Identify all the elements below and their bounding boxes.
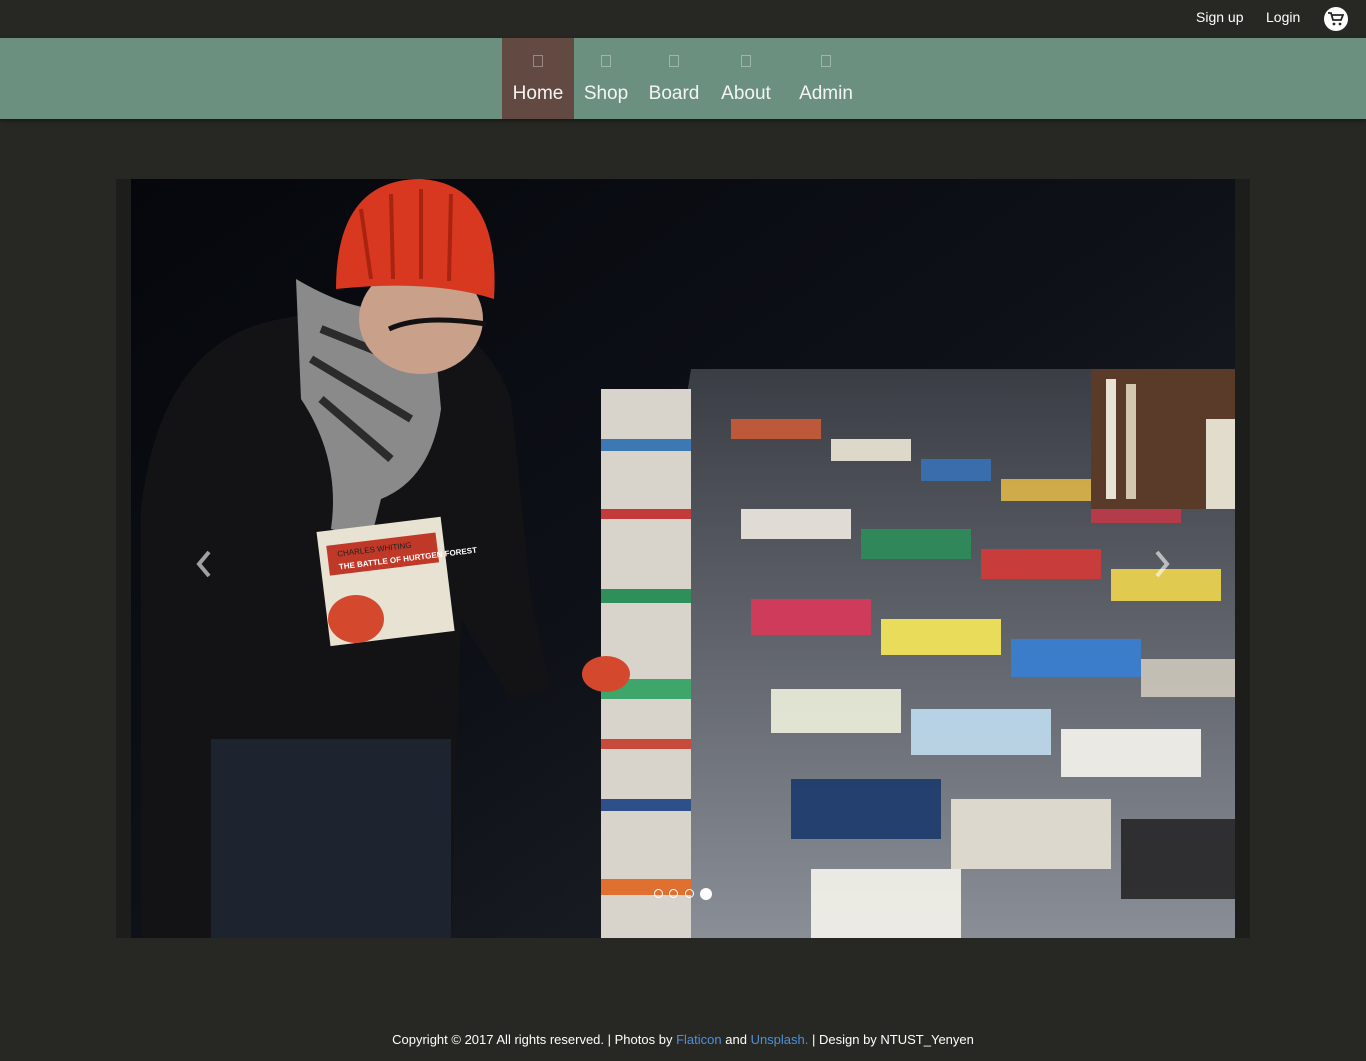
- nav-item-label: Board: [648, 83, 700, 104]
- chevron-left-icon: [196, 550, 211, 578]
- nav-item-home[interactable]: Home: [502, 38, 574, 119]
- image-carousel: CHARLES WHITING THE BATTLE OF HURTGEN FO…: [116, 179, 1250, 938]
- nav-item-shop[interactable]: Shop: [577, 38, 635, 119]
- carousel-indicator-4[interactable]: [700, 888, 712, 900]
- nav-item-admin[interactable]: Admin: [792, 38, 860, 119]
- admin-icon: [821, 55, 831, 67]
- carousel-indicator-3[interactable]: [685, 889, 694, 898]
- about-icon: [741, 55, 751, 67]
- footer: Copyright © 2017 All rights reserved. | …: [0, 1032, 1366, 1047]
- top-bar: Sign up Login: [0, 0, 1366, 38]
- shop-icon: [601, 55, 611, 67]
- nav-item-about[interactable]: About: [714, 38, 778, 119]
- nav-item-label: Admin: [799, 83, 853, 104]
- chevron-right-icon: [1155, 550, 1170, 578]
- cart-icon: [1328, 12, 1344, 26]
- home-icon: [533, 55, 543, 67]
- main-nav: Home Shop Board About Admin: [0, 38, 1366, 119]
- nav-item-label: About: [721, 83, 771, 104]
- bookstore-photo: CHARLES WHITING THE BATTLE OF HURTGEN FO…: [131, 179, 1235, 938]
- login-link[interactable]: Login: [1266, 9, 1300, 25]
- carousel-indicator-1[interactable]: [654, 889, 663, 898]
- carousel-indicator-2[interactable]: [669, 889, 678, 898]
- nav-item-label: Shop: [583, 83, 629, 104]
- footer-and: and: [725, 1032, 747, 1047]
- signup-link[interactable]: Sign up: [1196, 9, 1243, 25]
- flaticon-link[interactable]: Flaticon: [676, 1032, 722, 1047]
- nav-item-board[interactable]: Board: [643, 38, 705, 119]
- footer-design: | Design by NTUST_Yenyen: [812, 1032, 974, 1047]
- carousel-next-button[interactable]: [1152, 549, 1172, 579]
- board-icon: [669, 55, 679, 67]
- nav-item-label: Home: [512, 83, 564, 104]
- carousel-slide-image: CHARLES WHITING THE BATTLE OF HURTGEN FO…: [131, 179, 1235, 938]
- cart-button[interactable]: [1324, 7, 1348, 31]
- footer-copyright: Copyright © 2017 All rights reserved. | …: [392, 1032, 673, 1047]
- unsplash-link[interactable]: Unsplash.: [751, 1032, 809, 1047]
- carousel-prev-button[interactable]: [194, 549, 214, 579]
